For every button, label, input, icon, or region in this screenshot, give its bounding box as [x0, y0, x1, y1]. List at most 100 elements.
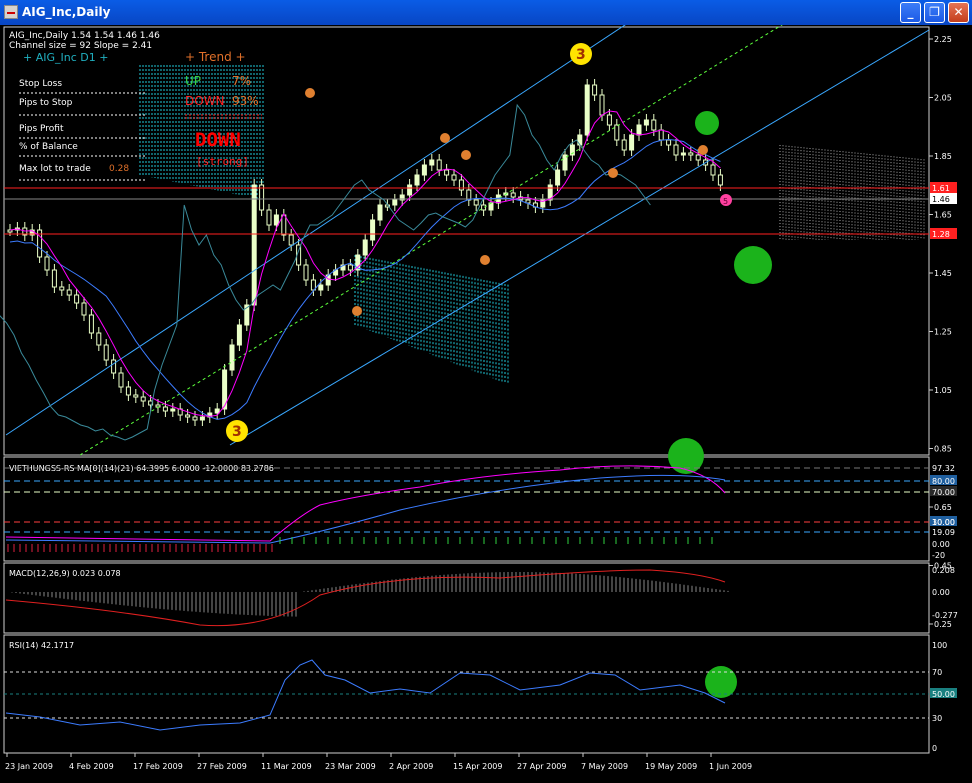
candle-body [673, 144, 679, 156]
axis-tick-label: 70.00 [932, 488, 955, 497]
fractal-marker [352, 306, 362, 316]
time-tick-label: 27 Feb 2009 [197, 762, 247, 771]
candle-body [414, 174, 420, 186]
axis-tick-label: 0.00 [932, 540, 950, 549]
pct-balance-label: % of Balance [19, 142, 78, 152]
candle-body [96, 332, 102, 346]
symbol-label: + AIG_Inc D1 + [23, 51, 108, 64]
axis-tick-label: 0 [932, 744, 937, 753]
price-tick-label: 2.25 [934, 35, 952, 44]
candle-body [140, 396, 146, 402]
chart-svg[interactable]: AIG_Inc,Daily 1.54 1.54 1.46 1.46 Channe… [0, 14, 972, 779]
candle-body [199, 416, 205, 421]
candle-body [162, 406, 168, 412]
price-tick-label: 1.05 [934, 386, 952, 395]
wave3-high-label: 3 [576, 47, 586, 63]
candle-body [251, 184, 257, 306]
axis-tick-label: 0.00 [932, 588, 950, 597]
candle-body [370, 219, 376, 241]
price-tag-lower-text: 1.28 [932, 230, 950, 239]
candle-body [606, 114, 612, 126]
axis-tick-label: 50.00 [932, 690, 955, 699]
fractal-marker [461, 150, 471, 160]
candle-body [429, 159, 435, 166]
max-lot-value: 0.28 [109, 164, 129, 174]
green-dot-3 [668, 438, 704, 474]
candle-body [133, 394, 139, 398]
wave3-low-label: 3 [232, 424, 242, 440]
candle-body [303, 264, 309, 281]
minimize-button[interactable]: _ [900, 2, 921, 23]
candle-body [407, 184, 413, 196]
candle-body [347, 264, 353, 271]
close-button[interactable]: ✕ [948, 2, 969, 23]
restore-button[interactable]: ❐ [924, 2, 945, 23]
axis-tick-label: 19.09 [932, 528, 955, 537]
candle-body [170, 408, 176, 412]
axis-tick-label: 97.32 [932, 464, 955, 473]
candle-body [510, 192, 516, 198]
candle-body [103, 344, 109, 361]
candle-body [614, 124, 620, 141]
time-tick-label: 23 Jan 2009 [5, 762, 53, 771]
fractal-marker [480, 255, 490, 265]
max-lot-label: Max lot to trade [19, 164, 91, 174]
time-tick-label: 1 Jun 2009 [709, 762, 752, 771]
axis-tick-label: 10.00 [932, 518, 955, 527]
candle-body [51, 269, 57, 288]
candle-body [318, 284, 324, 291]
candle-body [643, 119, 649, 126]
candle-body [451, 174, 457, 181]
window-titlebar: AIG_Inc,Daily _ ❐ ✕ [0, 0, 972, 25]
candle-body [688, 152, 694, 156]
chart-area[interactable]: AIG_Inc,Daily 1.54 1.54 1.46 1.46 Channe… [0, 14, 972, 779]
candle-body [273, 214, 279, 226]
candle-body [436, 159, 442, 171]
candle-body [621, 139, 627, 151]
fractal-marker [608, 168, 618, 178]
time-tick-label: 27 Apr 2009 [517, 762, 566, 771]
candle-body [185, 414, 191, 418]
axis-tick-label: 80.00 [932, 477, 955, 486]
axis-tick-label: 70 [932, 668, 942, 677]
candle-body [717, 174, 723, 186]
time-tick-label: 17 Feb 2009 [133, 762, 183, 771]
time-tick-label: 15 Apr 2009 [453, 762, 502, 771]
time-tick-label: 4 Feb 2009 [69, 762, 114, 771]
time-tick-label: 7 May 2009 [581, 762, 628, 771]
candle-body [44, 256, 50, 271]
axis-tick-label: 30 [932, 714, 942, 723]
candle-body [281, 214, 287, 236]
price-tick-label: 1.25 [934, 328, 952, 337]
candle-body [214, 408, 220, 414]
trend-title: + Trend + [185, 50, 246, 64]
candle-body [288, 234, 294, 246]
axis-tick-label: -20 [932, 551, 945, 560]
chart-window-icon [4, 5, 18, 19]
signal-down: DOWN [195, 129, 241, 151]
candle-body [481, 204, 487, 211]
macd-label: MACD(12,26,9) 0.023 0.078 [9, 569, 121, 578]
price-tick-label: 0.65 [934, 503, 952, 512]
time-tick-label: 2 Apr 2009 [389, 762, 433, 771]
fractal-marker [440, 133, 450, 143]
candle-body [421, 164, 427, 176]
candle-body [118, 372, 124, 388]
candle-body [592, 84, 598, 96]
candle-body [636, 124, 642, 136]
stop-loss-label: Stop Loss [19, 79, 62, 89]
candle-body [555, 169, 561, 186]
candle-body [192, 416, 198, 421]
time-tick-label: 23 Mar 2009 [325, 762, 376, 771]
candle-body [473, 199, 479, 206]
chart-header-line1: AIG_Inc,Daily 1.54 1.54 1.46 1.46 [9, 31, 160, 41]
candle-body [111, 359, 117, 374]
price-tick-label: 0.25 [934, 620, 952, 629]
time-tick-label: 19 May 2009 [645, 762, 697, 771]
candle-body [125, 386, 131, 396]
candle-body [266, 209, 272, 226]
fractal-marker [305, 88, 315, 98]
pips-profit-label: Pips Profit [19, 124, 64, 134]
fractal-marker [698, 145, 708, 155]
candle-body [66, 289, 72, 296]
